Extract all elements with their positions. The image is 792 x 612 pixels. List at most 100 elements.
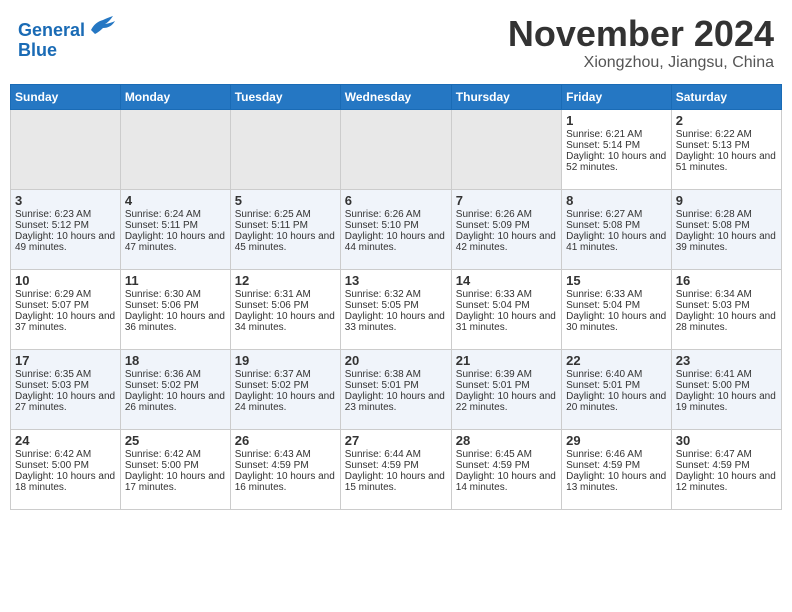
table-row [340, 109, 451, 189]
daylight-text: Daylight: 10 hours and 37 minutes. [15, 311, 116, 333]
day-number: 20 [345, 353, 447, 368]
logo: General Blue [18, 18, 115, 61]
sunset-text: Sunset: 5:08 PM [676, 220, 777, 231]
table-row: 13Sunrise: 6:32 AMSunset: 5:05 PMDayligh… [340, 269, 451, 349]
sunrise-text: Sunrise: 6:46 AM [566, 449, 667, 460]
daylight-text: Daylight: 10 hours and 36 minutes. [125, 311, 226, 333]
sunrise-text: Sunrise: 6:32 AM [345, 289, 447, 300]
daylight-text: Daylight: 10 hours and 34 minutes. [235, 311, 336, 333]
sunrise-text: Sunrise: 6:29 AM [15, 289, 116, 300]
table-row: 7Sunrise: 6:26 AMSunset: 5:09 PMDaylight… [451, 189, 561, 269]
sunset-text: Sunset: 5:01 PM [345, 380, 447, 391]
table-row: 5Sunrise: 6:25 AMSunset: 5:11 PMDaylight… [230, 189, 340, 269]
table-row: 27Sunrise: 6:44 AMSunset: 4:59 PMDayligh… [340, 429, 451, 509]
daylight-text: Daylight: 10 hours and 28 minutes. [676, 311, 777, 333]
col-tuesday: Tuesday [230, 84, 340, 109]
daylight-text: Daylight: 10 hours and 23 minutes. [345, 391, 447, 413]
table-row: 24Sunrise: 6:42 AMSunset: 5:00 PMDayligh… [11, 429, 121, 509]
table-row [451, 109, 561, 189]
table-row: 6Sunrise: 6:26 AMSunset: 5:10 PMDaylight… [340, 189, 451, 269]
day-number: 16 [676, 273, 777, 288]
sunset-text: Sunset: 5:12 PM [15, 220, 116, 231]
sunrise-text: Sunrise: 6:23 AM [15, 209, 116, 220]
sunset-text: Sunset: 4:59 PM [235, 460, 336, 471]
table-row: 26Sunrise: 6:43 AMSunset: 4:59 PMDayligh… [230, 429, 340, 509]
daylight-text: Daylight: 10 hours and 13 minutes. [566, 471, 667, 493]
day-number: 8 [566, 193, 667, 208]
table-row [120, 109, 230, 189]
day-number: 12 [235, 273, 336, 288]
day-number: 11 [125, 273, 226, 288]
table-row: 23Sunrise: 6:41 AMSunset: 5:00 PMDayligh… [671, 349, 781, 429]
calendar-week-5: 24Sunrise: 6:42 AMSunset: 5:00 PMDayligh… [11, 429, 782, 509]
day-number: 19 [235, 353, 336, 368]
sunrise-text: Sunrise: 6:25 AM [235, 209, 336, 220]
sunset-text: Sunset: 4:59 PM [566, 460, 667, 471]
daylight-text: Daylight: 10 hours and 14 minutes. [456, 471, 557, 493]
title-block: November 2024 Xiongzhou, Jiangsu, China [508, 14, 774, 72]
day-number: 5 [235, 193, 336, 208]
table-row: 20Sunrise: 6:38 AMSunset: 5:01 PMDayligh… [340, 349, 451, 429]
sunrise-text: Sunrise: 6:42 AM [15, 449, 116, 460]
logo-text: General Blue [18, 18, 115, 61]
sunrise-text: Sunrise: 6:22 AM [676, 129, 777, 140]
day-number: 14 [456, 273, 557, 288]
sunrise-text: Sunrise: 6:21 AM [566, 129, 667, 140]
day-number: 7 [456, 193, 557, 208]
day-number: 9 [676, 193, 777, 208]
daylight-text: Daylight: 10 hours and 26 minutes. [125, 391, 226, 413]
table-row: 21Sunrise: 6:39 AMSunset: 5:01 PMDayligh… [451, 349, 561, 429]
daylight-text: Daylight: 10 hours and 49 minutes. [15, 231, 116, 253]
col-wednesday: Wednesday [340, 84, 451, 109]
day-number: 4 [125, 193, 226, 208]
sunrise-text: Sunrise: 6:31 AM [235, 289, 336, 300]
sunset-text: Sunset: 5:01 PM [456, 380, 557, 391]
calendar-week-4: 17Sunrise: 6:35 AMSunset: 5:03 PMDayligh… [11, 349, 782, 429]
table-row: 19Sunrise: 6:37 AMSunset: 5:02 PMDayligh… [230, 349, 340, 429]
table-row: 17Sunrise: 6:35 AMSunset: 5:03 PMDayligh… [11, 349, 121, 429]
daylight-text: Daylight: 10 hours and 12 minutes. [676, 471, 777, 493]
day-number: 1 [566, 113, 667, 128]
daylight-text: Daylight: 10 hours and 41 minutes. [566, 231, 667, 253]
day-number: 24 [15, 433, 116, 448]
sunrise-text: Sunrise: 6:37 AM [235, 369, 336, 380]
sunset-text: Sunset: 4:59 PM [456, 460, 557, 471]
table-row: 10Sunrise: 6:29 AMSunset: 5:07 PMDayligh… [11, 269, 121, 349]
sunset-text: Sunset: 5:03 PM [676, 300, 777, 311]
day-number: 26 [235, 433, 336, 448]
sunrise-text: Sunrise: 6:26 AM [456, 209, 557, 220]
day-number: 30 [676, 433, 777, 448]
day-number: 21 [456, 353, 557, 368]
daylight-text: Daylight: 10 hours and 42 minutes. [456, 231, 557, 253]
sunset-text: Sunset: 5:07 PM [15, 300, 116, 311]
day-number: 13 [345, 273, 447, 288]
sunset-text: Sunset: 5:01 PM [566, 380, 667, 391]
table-row: 4Sunrise: 6:24 AMSunset: 5:11 PMDaylight… [120, 189, 230, 269]
month-title: November 2024 [508, 14, 774, 54]
table-row: 14Sunrise: 6:33 AMSunset: 5:04 PMDayligh… [451, 269, 561, 349]
table-row: 22Sunrise: 6:40 AMSunset: 5:01 PMDayligh… [562, 349, 672, 429]
table-row: 30Sunrise: 6:47 AMSunset: 4:59 PMDayligh… [671, 429, 781, 509]
daylight-text: Daylight: 10 hours and 18 minutes. [15, 471, 116, 493]
sunrise-text: Sunrise: 6:30 AM [125, 289, 226, 300]
sunset-text: Sunset: 5:02 PM [235, 380, 336, 391]
sunset-text: Sunset: 5:06 PM [125, 300, 226, 311]
col-monday: Monday [120, 84, 230, 109]
sunset-text: Sunset: 5:05 PM [345, 300, 447, 311]
table-row: 2Sunrise: 6:22 AMSunset: 5:13 PMDaylight… [671, 109, 781, 189]
sunrise-text: Sunrise: 6:36 AM [125, 369, 226, 380]
sunset-text: Sunset: 5:11 PM [235, 220, 336, 231]
calendar-header-row: Sunday Monday Tuesday Wednesday Thursday… [11, 84, 782, 109]
daylight-text: Daylight: 10 hours and 45 minutes. [235, 231, 336, 253]
sunset-text: Sunset: 5:09 PM [456, 220, 557, 231]
table-row: 9Sunrise: 6:28 AMSunset: 5:08 PMDaylight… [671, 189, 781, 269]
sunrise-text: Sunrise: 6:33 AM [566, 289, 667, 300]
daylight-text: Daylight: 10 hours and 15 minutes. [345, 471, 447, 493]
sunrise-text: Sunrise: 6:47 AM [676, 449, 777, 460]
day-number: 10 [15, 273, 116, 288]
sunrise-text: Sunrise: 6:41 AM [676, 369, 777, 380]
table-row [11, 109, 121, 189]
day-number: 2 [676, 113, 777, 128]
col-saturday: Saturday [671, 84, 781, 109]
sunrise-text: Sunrise: 6:28 AM [676, 209, 777, 220]
